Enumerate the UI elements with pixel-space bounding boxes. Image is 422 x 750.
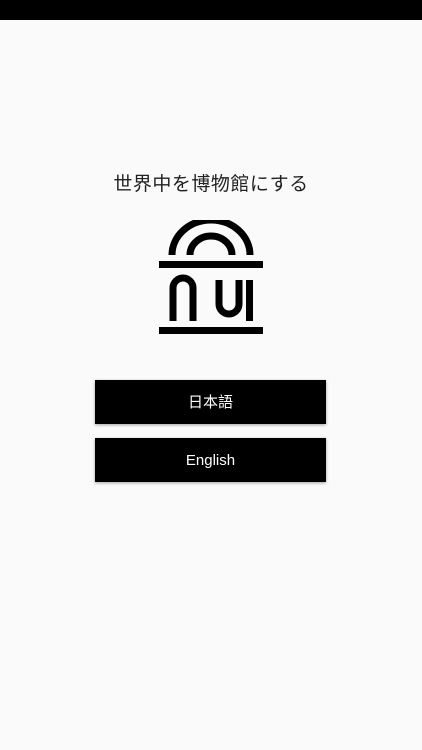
english-language-button[interactable]: English — [95, 438, 326, 482]
museum-logo-icon — [159, 220, 263, 334]
status-bar — [0, 0, 422, 20]
tagline: 世界中を博物館にする — [113, 173, 309, 195]
japanese-language-button[interactable]: 日本語 — [95, 380, 326, 424]
